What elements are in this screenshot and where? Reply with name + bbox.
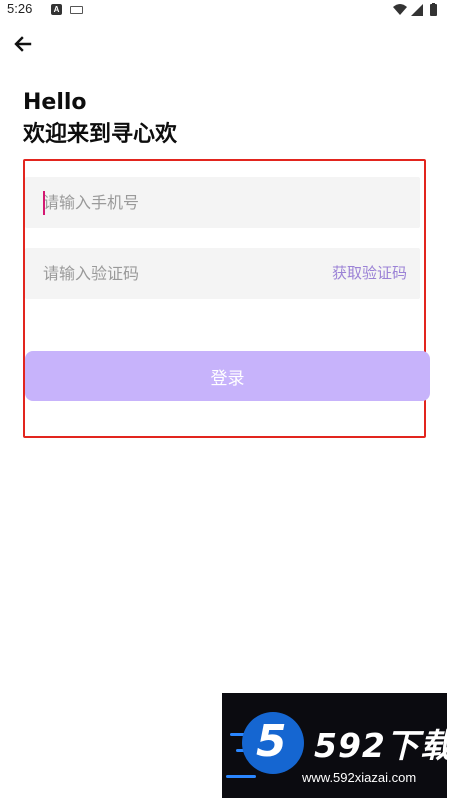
text-caret — [43, 191, 45, 215]
keyboard-icon — [70, 6, 83, 14]
wifi-icon — [393, 4, 407, 15]
greeting: Hello 欢迎来到寻心欢 — [23, 87, 177, 151]
code-input[interactable] — [43, 248, 303, 299]
watermark-title: 592下载 — [314, 726, 447, 765]
watermark: 5 592下载 www.592xiazai.com — [222, 693, 447, 798]
watermark-url: www.592xiazai.com — [302, 770, 417, 785]
watermark-logo-digit: 5 — [256, 716, 287, 767]
app-notification-icon: A — [51, 4, 62, 15]
status-icons — [392, 3, 442, 17]
phone-field[interactable] — [25, 177, 420, 228]
code-field[interactable]: 获取验证码 — [25, 248, 420, 299]
greeting-welcome: 欢迎来到寻心欢 — [23, 122, 178, 147]
login-button[interactable]: 登录 — [25, 351, 430, 401]
watermark-streak — [226, 775, 256, 778]
signal-icon — [411, 4, 423, 16]
greeting-hello: Hello — [23, 90, 87, 115]
back-button[interactable] — [12, 33, 34, 55]
battery-icon — [430, 4, 437, 16]
get-code-button[interactable]: 获取验证码 — [332, 248, 407, 299]
status-bar: 5:26 A — [0, 0, 450, 22]
back-arrow-icon — [14, 36, 32, 52]
status-time: 5:26 — [7, 1, 33, 16]
phone-input[interactable] — [43, 177, 403, 228]
